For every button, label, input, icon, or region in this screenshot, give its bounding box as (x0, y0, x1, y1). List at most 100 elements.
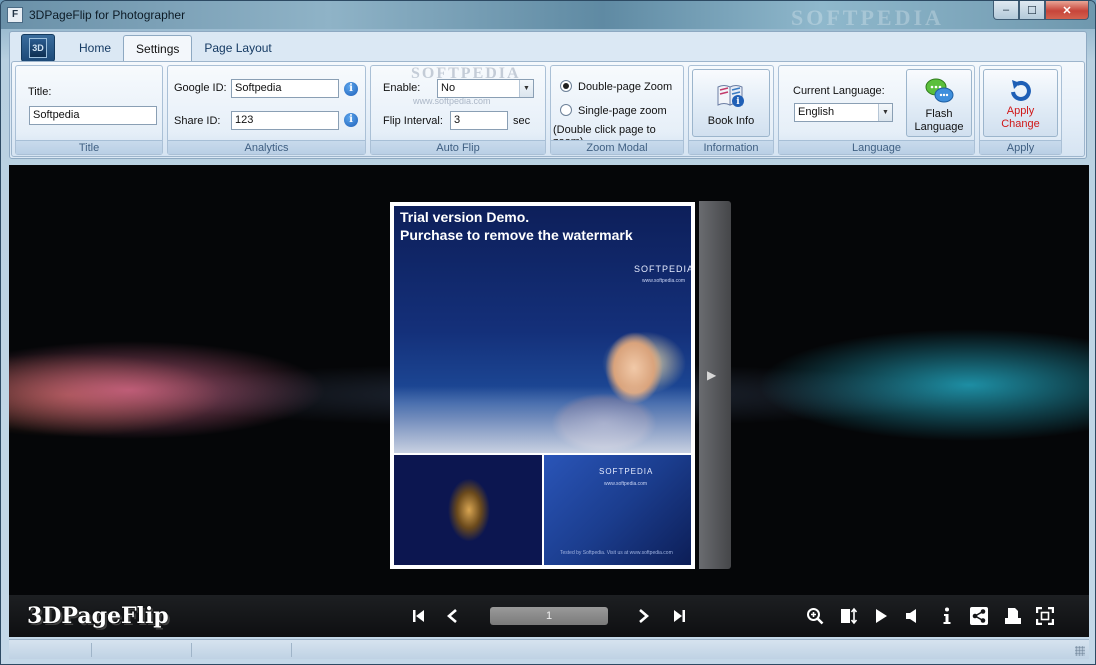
group-label-information: Information (689, 140, 773, 154)
book-preview-stage: ▶ SOFTPEDIA www.softpedia.com SOFTPEDIA … (9, 165, 1089, 595)
first-page-icon[interactable] (408, 605, 430, 627)
status-divider (291, 643, 292, 657)
trial-watermark: Trial version Demo. Purchase to remove t… (400, 208, 633, 244)
next-page-icon[interactable] (632, 605, 654, 627)
group-analytics: Google ID: Softpedia i Share ID: 123 i A… (167, 65, 366, 155)
trial-line-1: Trial version Demo. (400, 209, 530, 225)
double-page-zoom-label[interactable]: Double-page Zoom (578, 81, 672, 93)
panel-logo: SOFTPEDIA (599, 467, 654, 476)
group-label-language: Language (779, 140, 974, 154)
prev-page-icon[interactable] (442, 605, 464, 627)
apply-change-line1: Apply (1006, 105, 1035, 117)
group-auto-flip: SOFTPEDIA www.softpedia.com Enable: No ▼… (370, 65, 546, 155)
fit-page-icon[interactable] (838, 605, 860, 627)
book-info-icon: i (717, 85, 744, 107)
last-page-icon[interactable] (668, 605, 690, 627)
resize-grip-icon[interactable] (1075, 646, 1085, 656)
single-page-zoom-label[interactable]: Single-page zoom (578, 105, 667, 117)
minimize-button[interactable]: – (993, 1, 1019, 20)
fullscreen-icon[interactable] (1034, 605, 1056, 627)
status-divider (91, 643, 92, 657)
autoplay-icon[interactable] (870, 605, 892, 627)
single-page-zoom-radio[interactable] (560, 104, 572, 116)
enable-select[interactable]: No ▼ (437, 79, 534, 98)
current-language-label: Current Language: (793, 85, 885, 97)
book-icon: 3D (29, 38, 47, 58)
cover-mist (394, 386, 691, 456)
flip-interval-unit: sec (513, 115, 531, 127)
tab-page-layout[interactable]: Page Layout (192, 35, 283, 61)
enable-select-value: No (441, 82, 456, 94)
google-info-icon[interactable]: i (344, 82, 358, 96)
title-bar[interactable]: F 3DPageFlip for Photographer SOFTPEDIA … (1, 1, 1095, 30)
book-edge (699, 201, 731, 569)
print-icon[interactable] (1002, 605, 1024, 627)
apply-change-button[interactable]: Apply Change (983, 69, 1058, 137)
share-icon[interactable] (968, 605, 990, 627)
flash-language-line2: Language (914, 121, 964, 133)
enable-label: Enable: (383, 82, 421, 94)
page-cover-image: SOFTPEDIA www.softpedia.com SOFTPEDIA ww… (394, 206, 691, 565)
status-divider (191, 643, 192, 657)
tab-home[interactable]: Home (67, 35, 123, 61)
player-toolbar: 3DPageFlip 1 (9, 595, 1089, 637)
group-label-apply: Apply (980, 140, 1061, 154)
page-number-input[interactable]: 1 (490, 607, 608, 625)
share-id-label: Share ID: (174, 115, 221, 127)
group-zoom-modal: Double-page Zoom Single-page zoom (Doubl… (550, 65, 684, 155)
sound-icon[interactable] (902, 605, 924, 627)
settings-ribbon: Title: Softpedia Title Google ID: Softpe… (11, 61, 1085, 157)
chevron-down-icon[interactable]: ▼ (878, 104, 892, 121)
flash-language-button[interactable]: Flash Language (906, 69, 972, 137)
title-label: Title: (28, 86, 52, 98)
page-footer-text: Tested by Softpedia. Visit us at www.sof… (560, 550, 673, 556)
zoom-in-icon[interactable] (804, 605, 826, 627)
maximize-button[interactable]: ☐ (1019, 1, 1045, 20)
language-select-value: English (798, 106, 835, 118)
book-info-button[interactable]: i Book Info (692, 69, 770, 137)
panel-url: www.softpedia.com (604, 481, 648, 487)
cover-panel-left (394, 453, 544, 565)
flash-language-line1: Flash (925, 108, 953, 120)
window-controls: – ☐ ✕ (993, 1, 1089, 20)
double-page-zoom-radio[interactable] (560, 80, 572, 92)
language-select[interactable]: English ▼ (794, 103, 893, 122)
share-id-input[interactable]: 123 (231, 111, 339, 130)
page-turn-arrow-icon[interactable]: ▶ (707, 368, 716, 382)
book-info-label: Book Info (707, 115, 755, 127)
share-info-icon[interactable]: i (344, 113, 358, 127)
player-brand-logo: 3DPageFlip (27, 603, 169, 629)
page-url: www.softpedia.com (642, 278, 686, 284)
title-input[interactable]: Softpedia (29, 106, 157, 125)
status-bar (9, 639, 1089, 659)
group-label-zoom-modal: Zoom Modal (551, 140, 683, 154)
app-icon[interactable]: F (7, 7, 23, 23)
group-information: i Book Info Information (688, 65, 774, 155)
ribbon-tabs: Home Settings Page Layout (67, 35, 284, 61)
app-window: F 3DPageFlip for Photographer SOFTPEDIA … (0, 0, 1096, 665)
group-apply: Apply Change Apply (979, 65, 1062, 155)
chevron-down-icon[interactable]: ▼ (519, 80, 533, 97)
cover-panel-right: SOFTPEDIA www.softpedia.com Tested by So… (544, 453, 691, 565)
book-page[interactable]: SOFTPEDIA www.softpedia.com SOFTPEDIA ww… (390, 202, 695, 569)
app-menu-button[interactable]: 3D (21, 34, 55, 62)
group-label-auto-flip: Auto Flip (371, 140, 545, 154)
apply-change-line2: Change (1001, 118, 1040, 130)
google-id-label: Google ID: (174, 82, 227, 94)
page-logo: SOFTPEDIA (634, 264, 691, 274)
flip-interval-label: Flip Interval: (383, 115, 443, 127)
google-id-input[interactable]: Softpedia (231, 79, 339, 98)
info-icon[interactable] (936, 605, 958, 627)
trial-line-2: Purchase to remove the watermark (400, 227, 633, 243)
group-title: Title: Softpedia Title (15, 65, 163, 155)
flip-interval-input[interactable]: 3 (450, 111, 508, 130)
tab-settings[interactable]: Settings (123, 35, 193, 61)
titlebar-watermark: SOFTPEDIA (791, 5, 944, 30)
svg-text:i: i (736, 97, 740, 107)
close-button[interactable]: ✕ (1045, 1, 1089, 20)
group-label-analytics: Analytics (168, 140, 365, 154)
group-label-title: Title (16, 140, 162, 154)
refresh-icon (1010, 80, 1031, 101)
window-title: 3DPageFlip for Photographer (29, 8, 186, 22)
group-language: Current Language: English ▼ Flash Langua… (778, 65, 975, 155)
